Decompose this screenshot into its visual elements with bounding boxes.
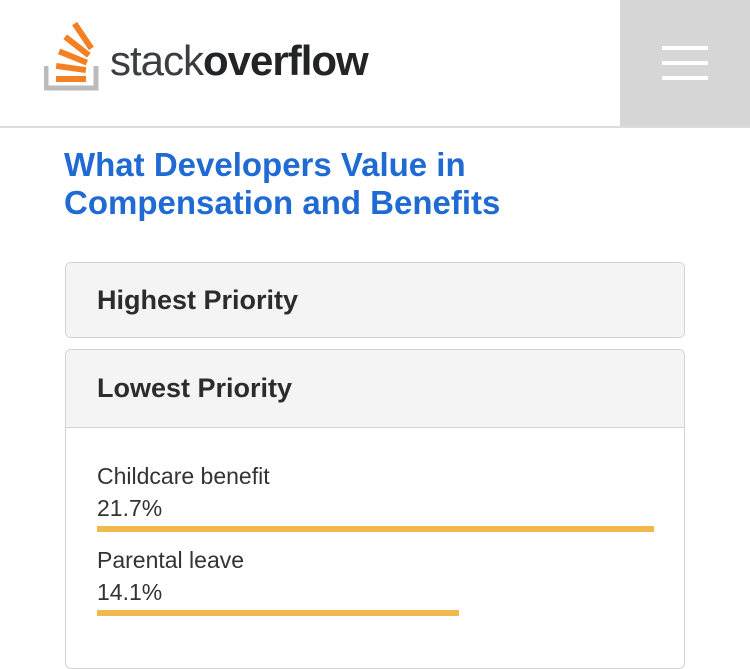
stat-value: 14.1% xyxy=(97,579,163,605)
stat-item: Parental leave 14.1% xyxy=(97,546,653,616)
panel-highest-priority[interactable]: Highest Priority xyxy=(65,262,685,338)
stat-bar-fill xyxy=(97,526,654,532)
stat-bar-fill xyxy=(97,610,460,616)
stat-label: Parental leave xyxy=(97,547,245,573)
panel-heading-lowest-priority[interactable]: Lowest Priority xyxy=(66,350,684,428)
stat-label: Childcare benefit xyxy=(97,463,270,489)
stat-item: Childcare benefit 21.7% xyxy=(97,462,654,532)
stat-value: 21.7% xyxy=(97,495,163,521)
panel-lowest-priority[interactable]: Lowest Priority Childcare benefit 21.7% … xyxy=(65,349,685,669)
top-header: stackoverflow xyxy=(0,0,750,128)
page-title: What Developers Value in Compensation an… xyxy=(64,146,501,221)
panel-body-lowest-priority: Childcare benefit 21.7% Parental leave 1… xyxy=(66,428,684,616)
logo-wordmark: stackoverflow xyxy=(110,37,369,84)
hamburger-menu-icon xyxy=(662,46,708,80)
stackoverflow-logo[interactable]: stackoverflow xyxy=(44,20,369,92)
stat-bar xyxy=(97,526,654,532)
logo-text-stack: stack xyxy=(110,37,204,84)
menu-button[interactable] xyxy=(620,0,750,126)
panel-heading-highest-priority[interactable]: Highest Priority xyxy=(66,263,684,337)
stackoverflow-logo-icon xyxy=(44,21,99,91)
stat-bar xyxy=(97,610,654,616)
logo-text-overflow: overflow xyxy=(203,37,369,84)
